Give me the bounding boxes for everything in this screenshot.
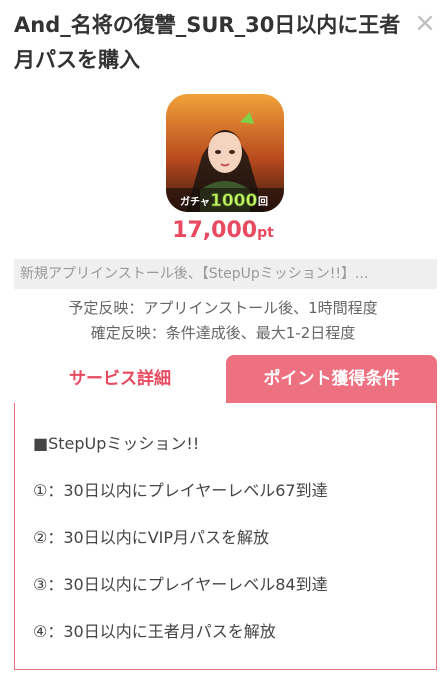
offer-title: And_名将の復讐_SUR_30日以内に王者月パスを購入 xyxy=(14,13,401,72)
app-icon: ガチャ 1000 回 xyxy=(166,94,284,212)
condition-step: ①：30日以内にプレイヤーレベル67到達 xyxy=(33,481,328,500)
offer-summary: 新規アプリインストール後、【StepUpミッション!!】... xyxy=(14,259,437,289)
conditions-panel: ■StepUpミッション!! ①：30日以内にプレイヤーレベル67到達 ②：30… xyxy=(14,403,437,670)
conditions-heading: ■StepUpミッション!! xyxy=(33,434,200,453)
points-unit: pt xyxy=(257,225,274,241)
reflection-schedule: 予定反映：アプリインストール後、1時間程度 確定反映：条件達成後、最大1-2日程… xyxy=(0,296,446,346)
points-value: 17,000 xyxy=(172,218,258,243)
icon-banner-count: 1000 xyxy=(210,191,257,211)
condition-step: ②：30日以内にVIP月パスを解放 xyxy=(33,528,270,547)
confirmed-reflection: 確定反映：条件達成後、最大1-2日程度 xyxy=(90,324,356,342)
reward-points: 17,000pt xyxy=(0,218,446,243)
close-icon: × xyxy=(414,8,436,38)
condition-step: ④：30日以内に王者月パスを解放 xyxy=(33,622,276,641)
icon-banner-gacha: ガチャ xyxy=(180,195,210,208)
tab-point-conditions[interactable]: ポイント獲得条件 xyxy=(226,355,437,403)
close-button[interactable]: × xyxy=(412,10,438,36)
icon-banner-times: 回 xyxy=(258,196,268,208)
tab-service-details[interactable]: サービス詳細 xyxy=(14,355,226,403)
condition-step: ③：30日以内にプレイヤーレベル84到達 xyxy=(33,575,328,594)
scheduled-reflection: 予定反映：アプリインストール後、1時間程度 xyxy=(68,299,378,317)
